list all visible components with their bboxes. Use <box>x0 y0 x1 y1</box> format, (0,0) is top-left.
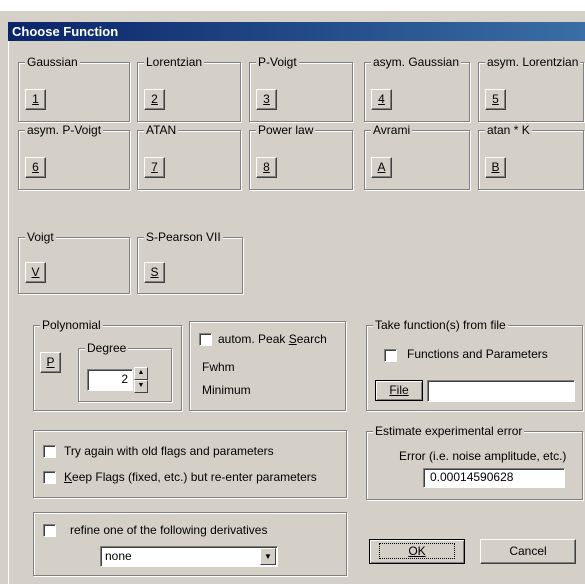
function-label: asym. Lorentzian <box>485 55 581 69</box>
function-group-lorentzian: Lorentzian 2 <box>137 55 241 122</box>
function-button-v[interactable]: V <box>25 262 46 283</box>
peak-search-group: autom. Peak Search Fwhm Minimum <box>189 321 346 411</box>
peak-search-checkbox[interactable] <box>199 333 212 346</box>
peak-search-label: autom. Peak Search <box>218 332 327 346</box>
function-group-avrami: Avrami A <box>364 123 470 190</box>
function-group-atan: ATAN 7 <box>137 123 241 190</box>
degree-group: Degree 2 ▲ ▼ <box>78 341 172 402</box>
window-edge <box>8 41 9 584</box>
function-label: asym. Gaussian <box>371 55 462 69</box>
minimum-label: Minimum <box>202 383 251 397</box>
function-label: atan * K <box>485 123 532 137</box>
function-group-pvoigt: P-Voigt 3 <box>249 55 353 122</box>
experimental-error-group: Estimate experimental error Error (i.e. … <box>366 424 583 500</box>
function-group-atan-k: atan * K B <box>478 123 584 190</box>
options-group: Try again with old flags and parameters … <box>33 430 347 498</box>
function-label: S-Pearson VII <box>144 230 223 244</box>
polynomial-label: Polynomial <box>40 318 103 332</box>
polynomial-group: Polynomial P Degree 2 ▲ ▼ <box>33 318 182 411</box>
function-button-8[interactable]: 8 <box>256 157 277 178</box>
function-group-power-law: Power law 8 <box>249 123 353 190</box>
cancel-button[interactable]: Cancel <box>480 539 576 564</box>
function-group-voigt: Voigt V <box>18 230 130 294</box>
function-label: Voigt <box>25 230 56 244</box>
ok-button[interactable]: OK <box>369 539 465 564</box>
function-button-5[interactable]: 5 <box>485 89 506 110</box>
take-from-file-label: Take function(s) from file <box>373 318 508 332</box>
degree-label: Degree <box>85 341 129 355</box>
functions-parameters-checkbox[interactable] <box>384 349 397 362</box>
function-button-4[interactable]: 4 <box>371 89 392 110</box>
keep-flags-checkbox[interactable] <box>43 471 56 484</box>
error-input[interactable]: 0.00014590628 <box>423 468 565 488</box>
function-label: Lorentzian <box>144 55 205 69</box>
function-group-gaussian: Gaussian 1 <box>18 55 130 122</box>
file-button[interactable]: File <box>375 380 423 401</box>
take-from-file-group: Take function(s) from file Functions and… <box>366 318 583 411</box>
function-button-1[interactable]: 1 <box>25 89 46 110</box>
degree-input[interactable]: 2 <box>87 369 133 391</box>
function-button-a[interactable]: A <box>371 157 392 178</box>
derivatives-checkbox[interactable] <box>43 524 56 537</box>
experimental-error-label: Estimate experimental error <box>373 424 525 438</box>
fwhm-label: Fwhm <box>202 360 235 374</box>
function-group-asym-pvoigt: asym. P-Voigt 6 <box>18 123 130 190</box>
derivatives-select[interactable]: none ▼ <box>100 546 278 567</box>
title-bar: Choose Function <box>8 22 585 41</box>
file-path-input[interactable] <box>427 380 575 402</box>
try-again-checkbox[interactable] <box>43 445 56 458</box>
error-label: Error (i.e. noise amplitude, etc.) <box>399 449 567 463</box>
functions-parameters-label: Functions and Parameters <box>407 347 548 361</box>
function-button-7[interactable]: 7 <box>144 157 165 178</box>
function-group-asym-gaussian: asym. Gaussian 4 <box>364 55 470 122</box>
polynomial-button[interactable]: P <box>40 352 61 373</box>
function-label: Gaussian <box>25 55 80 69</box>
function-button-6[interactable]: 6 <box>25 157 46 178</box>
function-button-2[interactable]: 2 <box>144 89 165 110</box>
keep-flags-label: Keep Flags (fixed, etc.) but re-enter pa… <box>64 470 317 484</box>
function-group-asym-lorentzian: asym. Lorentzian 5 <box>478 55 584 122</box>
try-again-label: Try again with old flags and parameters <box>64 444 274 458</box>
function-button-b[interactable]: B <box>485 157 506 178</box>
function-label: P-Voigt <box>256 55 299 69</box>
spin-up-button[interactable]: ▲ <box>134 367 148 380</box>
function-group-s-pearson: S-Pearson VII S <box>137 230 243 294</box>
spin-down-button[interactable]: ▼ <box>134 380 148 393</box>
ok-label: OK <box>379 543 455 559</box>
chevron-down-icon[interactable]: ▼ <box>260 548 276 565</box>
dialog-window: Choose Function Gaussian 1 Lorentzian 2 … <box>0 0 585 584</box>
function-button-3[interactable]: 3 <box>256 89 277 110</box>
derivatives-group: refine one of the following derivatives … <box>33 512 347 576</box>
function-label: Avrami <box>371 123 413 137</box>
function-label: Power law <box>256 123 316 137</box>
derivatives-label: refine one of the following derivatives <box>70 523 268 537</box>
function-label: ATAN <box>144 123 179 137</box>
function-label: asym. P-Voigt <box>25 123 104 137</box>
function-button-s[interactable]: S <box>144 262 165 283</box>
window-title: Choose Function <box>12 24 119 39</box>
desktop-strip <box>0 0 585 11</box>
derivatives-selected-value: none <box>105 549 132 563</box>
